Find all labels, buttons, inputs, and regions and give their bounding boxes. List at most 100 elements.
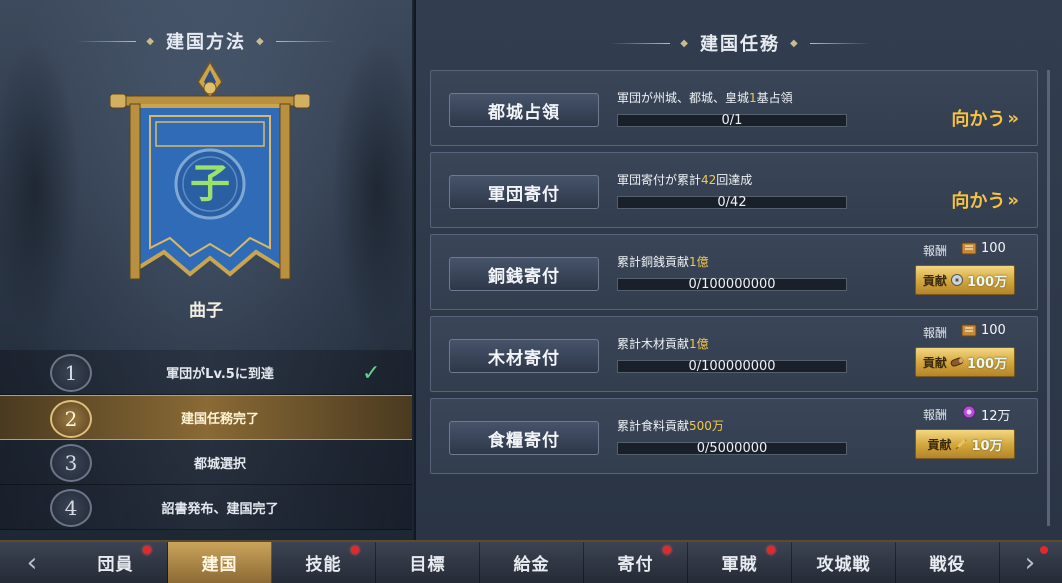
task-name: 木材寄付 xyxy=(449,339,599,373)
task-list-scrollbar[interactable] xyxy=(1047,70,1050,526)
task-progress-text: 0/1 xyxy=(721,113,743,128)
tab-label: 給金 xyxy=(513,555,550,575)
reward-value: 100 xyxy=(981,323,1006,338)
tab-label: 攻城戦 xyxy=(816,555,871,575)
double-chevron-right-icon: » xyxy=(1007,189,1019,211)
tab-campaign[interactable]: 戦役 xyxy=(896,542,1000,583)
task-progress-text: 0/5000000 xyxy=(696,441,768,456)
task-progress-bar: 0/42 xyxy=(617,195,847,210)
reward-value: 12万 xyxy=(981,409,1011,424)
contribute-amount: 100万 xyxy=(966,274,1008,290)
tab-members[interactable]: 団員 xyxy=(64,542,168,583)
nation-tasks-header: ◆ 建国任務 ◆ xyxy=(416,30,1062,56)
legion-tab-bar: ‹ 団員 建国 技能 目標 給金 寄付 軍賊 攻城戦 戦役 › xyxy=(0,540,1062,583)
scroll-left-button[interactable]: ‹ xyxy=(0,542,64,583)
contribute-button[interactable]: 貢献 100万 xyxy=(915,347,1015,377)
step-number: 1 xyxy=(50,354,92,392)
reward-label: 報酬 xyxy=(923,408,948,422)
task-legion-donation: 軍団寄付 軍団寄付が累計42回達成 0/42 向かう » xyxy=(430,152,1038,228)
task-name: 都城占領 xyxy=(449,93,599,127)
contribution-icon xyxy=(961,242,977,255)
task-description: 軍団が州城、都城、皇城1基占領 xyxy=(617,91,793,105)
task-description: 軍団寄付が累計42回達成 xyxy=(617,173,753,187)
banner-character: 子 xyxy=(190,161,230,207)
go-button-label: 向かう xyxy=(951,191,1006,212)
chevron-right-icon: › xyxy=(1024,547,1036,578)
contribution-icon xyxy=(961,324,977,337)
tab-nation-building[interactable]: 建国 xyxy=(168,542,272,583)
contribute-amount: 10万 xyxy=(971,438,1003,454)
tab-label: 寄付 xyxy=(617,555,654,575)
step-select-capital[interactable]: 3 都城選択 xyxy=(0,440,412,485)
task-description: 累計木材貢献1億 xyxy=(617,337,709,351)
double-chevron-right-icon: » xyxy=(1007,107,1019,129)
tab-salary[interactable]: 給金 xyxy=(480,542,584,583)
nation-method-title: 建国方法 xyxy=(166,32,246,53)
nation-steps-list: 1 軍団がLv.5に到達 ✓ 2 建国任務完了 3 都城選択 4 詔書発布、建国… xyxy=(0,350,412,530)
reward-value: 100 xyxy=(981,241,1006,256)
task-copper-donation: 銅銭寄付 累計銅銭貢献1億 0/100000000 報酬 100 貢献 100万 xyxy=(430,234,1038,310)
task-name: 軍団寄付 xyxy=(449,175,599,209)
tab-label: 目標 xyxy=(409,555,446,575)
nation-method-header: ◆ 建国方法 ◆ xyxy=(0,28,412,54)
orb-icon xyxy=(962,405,976,419)
scroll-right-button[interactable]: › xyxy=(1000,542,1060,583)
tab-goals[interactable]: 目標 xyxy=(376,542,480,583)
banner-name: 曲子 xyxy=(189,301,223,321)
step-issue-edict[interactable]: 4 詔書発布、建国完了 xyxy=(0,485,412,530)
task-progress-text: 0/100000000 xyxy=(688,359,776,374)
step-label: 建国任務完了 xyxy=(180,412,259,427)
nation-banner-emblem: 子 xyxy=(109,60,311,290)
task-progress-text: 0/42 xyxy=(717,195,747,210)
contribute-button[interactable]: 貢献 10万 xyxy=(915,429,1015,459)
grain-icon xyxy=(955,439,967,450)
chevron-left-icon: ‹ xyxy=(26,547,38,578)
contribute-button[interactable]: 貢献 100万 xyxy=(915,265,1015,295)
go-button[interactable]: 向かう » xyxy=(951,187,1019,213)
step-complete-tasks[interactable]: 2 建国任務完了 xyxy=(0,395,412,440)
tab-skills[interactable]: 技能 xyxy=(272,542,376,583)
nation-tasks-panel: ◆ 建国任務 ◆ 都城占領 軍団が州城、都城、皇城1基占領 0/1 向かう » … xyxy=(414,0,1062,540)
step-label: 軍団がLv.5に到達 xyxy=(166,366,274,382)
dragon-relief-left xyxy=(0,40,80,340)
tab-siege[interactable]: 攻城戦 xyxy=(792,542,896,583)
reward-label: 報酬 xyxy=(923,326,948,340)
dragon-relief-right xyxy=(332,40,412,340)
task-food-donation: 食糧寄付 累計食料貢献500万 0/5000000 報酬 12万 貢献 10万 xyxy=(430,398,1038,474)
task-progress-bar: 0/5000000 xyxy=(617,441,847,456)
task-name: 食糧寄付 xyxy=(449,421,599,455)
go-button[interactable]: 向かう » xyxy=(951,105,1019,131)
coin-icon xyxy=(950,274,963,286)
reward-label: 報酬 xyxy=(923,244,948,258)
contribute-amount: 100万 xyxy=(966,356,1008,372)
nation-tasks-title: 建国任務 xyxy=(700,34,780,55)
ornament-icon: ◆ xyxy=(680,37,690,49)
notification-dot xyxy=(767,546,775,554)
tab-bandits[interactable]: 軍賊 xyxy=(688,542,792,583)
contribute-label: 貢献 xyxy=(922,355,947,370)
tab-donation[interactable]: 寄付 xyxy=(584,542,688,583)
step-number: 3 xyxy=(50,444,92,482)
task-name: 銅銭寄付 xyxy=(449,257,599,291)
task-wood-donation: 木材寄付 累計木材貢献1億 0/100000000 報酬 100 貢献 100万 xyxy=(430,316,1038,392)
task-description: 累計食料貢献500万 xyxy=(617,419,724,433)
tab-label: 戦役 xyxy=(929,555,966,575)
wood-icon xyxy=(950,357,964,367)
notification-dot xyxy=(663,546,671,554)
step-label: 都城選択 xyxy=(193,456,246,472)
task-progress-bar: 0/100000000 xyxy=(617,359,847,374)
notification-dot xyxy=(143,546,151,554)
task-capture-capital: 都城占領 軍団が州城、都城、皇城1基占領 0/1 向かう » xyxy=(430,70,1038,146)
checkmark-icon: ✓ xyxy=(362,361,381,386)
tab-label: 団員 xyxy=(97,555,134,575)
step-label: 詔書発布、建国完了 xyxy=(161,501,279,517)
notification-dot xyxy=(1040,546,1048,554)
step-reach-level[interactable]: 1 軍団がLv.5に到達 ✓ xyxy=(0,350,412,395)
ornament-icon: ◆ xyxy=(256,35,266,47)
tab-label: 建国 xyxy=(201,555,238,575)
ornament-icon: ◆ xyxy=(790,37,800,49)
task-progress-bar: 0/100000000 xyxy=(617,277,847,292)
task-progress-text: 0/100000000 xyxy=(688,277,776,292)
tab-label: 技能 xyxy=(305,555,342,575)
tab-label: 軍賊 xyxy=(721,555,758,575)
